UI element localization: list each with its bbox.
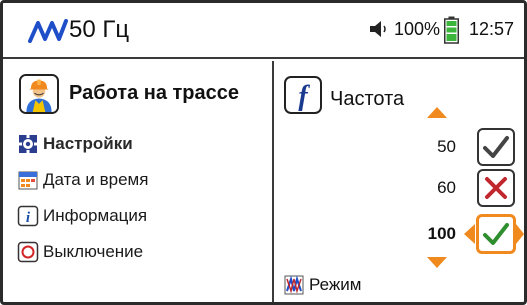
function-icon[interactable]: f xyxy=(284,76,322,114)
menu-item-settings[interactable]: Настройки xyxy=(17,131,133,157)
checkmark-icon xyxy=(483,223,509,245)
arrow-down-icon[interactable] xyxy=(425,256,449,270)
calendar-icon xyxy=(18,171,38,190)
option-check-60[interactable] xyxy=(477,169,515,207)
svg-text:f: f xyxy=(298,81,310,112)
frequency-title: Частота xyxy=(330,88,405,110)
option-check-50[interactable] xyxy=(477,128,515,166)
worker-icon[interactable] xyxy=(19,74,59,114)
arrow-left-icon[interactable] xyxy=(462,223,476,245)
signal-wave-icon xyxy=(28,19,68,43)
frequency-readout: 50 Гц xyxy=(69,16,130,43)
menu-item-info[interactable]: i Информация xyxy=(17,203,147,229)
option-label-60: 60 xyxy=(437,178,456,197)
panel-title: Работа на трассе xyxy=(69,82,240,104)
menu-item-label: Настройки xyxy=(43,134,133,153)
info-icon: i xyxy=(17,205,39,227)
device-screen: 50 Гц 100% 12:57 Работа на трассе Настро… xyxy=(0,0,527,305)
battery-icon xyxy=(444,16,459,44)
mode-label: Режим xyxy=(309,275,362,294)
menu-item-label: Дата и время xyxy=(43,170,149,189)
menu-item-datetime[interactable]: Дата и время xyxy=(17,167,148,193)
mode-button[interactable]: Режим xyxy=(284,275,361,295)
gear-icon xyxy=(18,134,38,154)
arrow-up-icon[interactable] xyxy=(425,105,449,119)
power-icon xyxy=(17,241,39,263)
menu-item-power[interactable]: Выключение xyxy=(17,239,143,265)
left-panel: Работа на трассе Настройки Дата и время … xyxy=(3,61,274,302)
mode-icon xyxy=(284,275,304,295)
status-bar: 50 Гц 100% 12:57 xyxy=(3,3,524,59)
arrow-right-icon[interactable] xyxy=(516,223,524,245)
clock: 12:57 xyxy=(469,19,515,39)
checkmark-icon xyxy=(483,136,509,158)
option-label-50: 50 xyxy=(437,137,456,156)
cross-icon xyxy=(485,177,507,199)
option-check-100[interactable] xyxy=(476,214,516,254)
menu-item-label: Информация xyxy=(43,206,148,225)
menu-item-label: Выключение xyxy=(43,242,144,261)
battery-percent: 100% xyxy=(394,19,441,39)
speaker-icon[interactable] xyxy=(367,18,389,40)
right-panel: f Частота 50 60 100 Режим xyxy=(276,61,524,302)
option-label-100: 100 xyxy=(427,224,456,243)
